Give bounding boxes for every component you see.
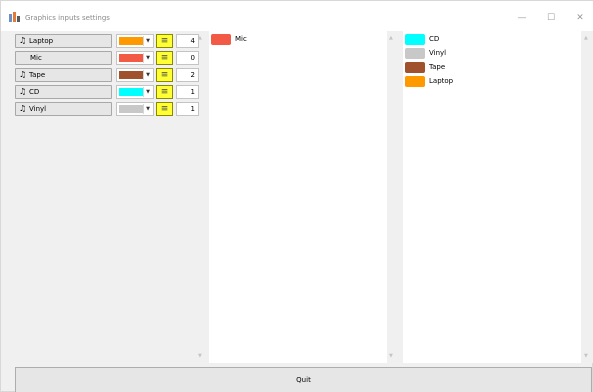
app-window: Graphics inputs settings — ☐ ✕ ♫ Laptop ▼… xyxy=(0,0,593,392)
list-icon[interactable]: ≡ xyxy=(156,102,173,116)
app-icon xyxy=(9,12,20,22)
legend-label: Vinyl xyxy=(429,49,447,57)
color-select[interactable]: ▼ xyxy=(116,34,154,48)
legend-label: Tape xyxy=(429,63,446,71)
legend-item: Tape xyxy=(405,62,575,74)
legend-label: CD xyxy=(429,35,440,43)
scroll-down-icon[interactable]: ▼ xyxy=(198,353,202,359)
input-name-label: Tape xyxy=(29,71,46,79)
input-name-label: Mic xyxy=(30,54,42,62)
legend-label: Mic xyxy=(235,35,247,43)
inputs-list: ♫ Laptop ▼ ≡ 4 Mic ▼ ≡ 0 ♫ Tape ▼ ≡ 2 ♫ CD … xyxy=(15,31,202,361)
input-row-laptop: ♫ Laptop ▼ ≡ 4 xyxy=(15,34,199,48)
close-button[interactable]: ✕ xyxy=(567,10,593,26)
list-icon[interactable]: ≡ xyxy=(156,51,173,65)
input-name-button[interactable]: ♫ Laptop xyxy=(15,34,112,48)
legend-item: Mic xyxy=(211,34,381,46)
color-select[interactable]: ▼ xyxy=(116,51,154,65)
main-content: ♫ Laptop ▼ ≡ 4 Mic ▼ ≡ 0 ♫ Tape ▼ ≡ 2 ♫ CD … xyxy=(1,31,593,363)
title-bar: Graphics inputs settings — ☐ ✕ xyxy=(1,1,593,31)
window-title: Graphics inputs settings xyxy=(25,14,110,22)
music-note-icon: ♫ xyxy=(19,70,27,79)
legend-swatch xyxy=(405,76,425,87)
color-swatch xyxy=(119,105,143,113)
input-name-button[interactable]: Mic xyxy=(15,51,112,65)
input-name-button[interactable]: ♫ Tape xyxy=(15,68,112,82)
color-select[interactable]: ▼ xyxy=(116,85,154,99)
music-note-icon: ♫ xyxy=(19,87,27,96)
legend-item: Vinyl xyxy=(405,48,575,60)
input-name-button[interactable]: ♫ CD xyxy=(15,85,112,99)
count-field[interactable]: 1 xyxy=(176,102,199,116)
dropdown-arrow-icon[interactable]: ▼ xyxy=(143,70,152,80)
scroll-down-icon[interactable]: ▼ xyxy=(584,353,588,359)
input-name-button[interactable]: ♫ Vinyl xyxy=(15,102,112,116)
music-note-icon: ♫ xyxy=(19,104,27,113)
input-name-label: Laptop xyxy=(29,37,54,45)
color-select[interactable]: ▼ xyxy=(116,102,154,116)
scroll-up-icon[interactable]: ▲ xyxy=(389,35,393,41)
color-swatch xyxy=(119,71,143,79)
legend-swatch xyxy=(405,62,425,73)
legend-item: CD xyxy=(405,34,575,46)
scroll-up-icon[interactable]: ▲ xyxy=(198,35,202,41)
dropdown-arrow-icon[interactable]: ▼ xyxy=(143,36,152,46)
list-icon[interactable]: ≡ xyxy=(156,85,173,99)
middle-panel: Mic xyxy=(209,31,387,363)
count-field[interactable]: 0 xyxy=(176,51,199,65)
scroll-down-icon[interactable]: ▼ xyxy=(389,353,393,359)
color-select[interactable]: ▼ xyxy=(116,68,154,82)
quit-button[interactable]: Quit xyxy=(15,367,592,392)
right-panel: CD Vinyl Tape Laptop xyxy=(403,31,581,363)
input-row-vinyl: ♫ Vinyl ▼ ≡ 1 xyxy=(15,102,199,116)
count-field[interactable]: 1 xyxy=(176,85,199,99)
input-row-tape: ♫ Tape ▼ ≡ 2 xyxy=(15,68,199,82)
music-note-icon: ♫ xyxy=(19,36,27,45)
dropdown-arrow-icon[interactable]: ▼ xyxy=(143,87,152,97)
list-icon[interactable]: ≡ xyxy=(156,34,173,48)
color-swatch xyxy=(119,37,143,45)
color-swatch xyxy=(119,88,143,96)
minimize-button[interactable]: — xyxy=(509,10,535,26)
legend-label: Laptop xyxy=(429,77,454,85)
legend-swatch xyxy=(211,34,231,45)
dropdown-arrow-icon[interactable]: ▼ xyxy=(143,104,152,114)
input-name-label: Vinyl xyxy=(29,105,47,113)
input-row-mic: Mic ▼ ≡ 0 xyxy=(15,51,199,65)
scroll-up-icon[interactable]: ▲ xyxy=(584,35,588,41)
count-field[interactable]: 4 xyxy=(176,34,199,48)
list-icon[interactable]: ≡ xyxy=(156,68,173,82)
count-field[interactable]: 2 xyxy=(176,68,199,82)
color-swatch xyxy=(119,54,143,62)
legend-swatch xyxy=(405,34,425,45)
input-row-cd: ♫ CD ▼ ≡ 1 xyxy=(15,85,199,99)
legend-swatch xyxy=(405,48,425,59)
legend-item: Laptop xyxy=(405,76,575,88)
input-name-label: CD xyxy=(29,88,40,96)
dropdown-arrow-icon[interactable]: ▼ xyxy=(143,53,152,63)
maximize-button[interactable]: ☐ xyxy=(538,10,564,26)
